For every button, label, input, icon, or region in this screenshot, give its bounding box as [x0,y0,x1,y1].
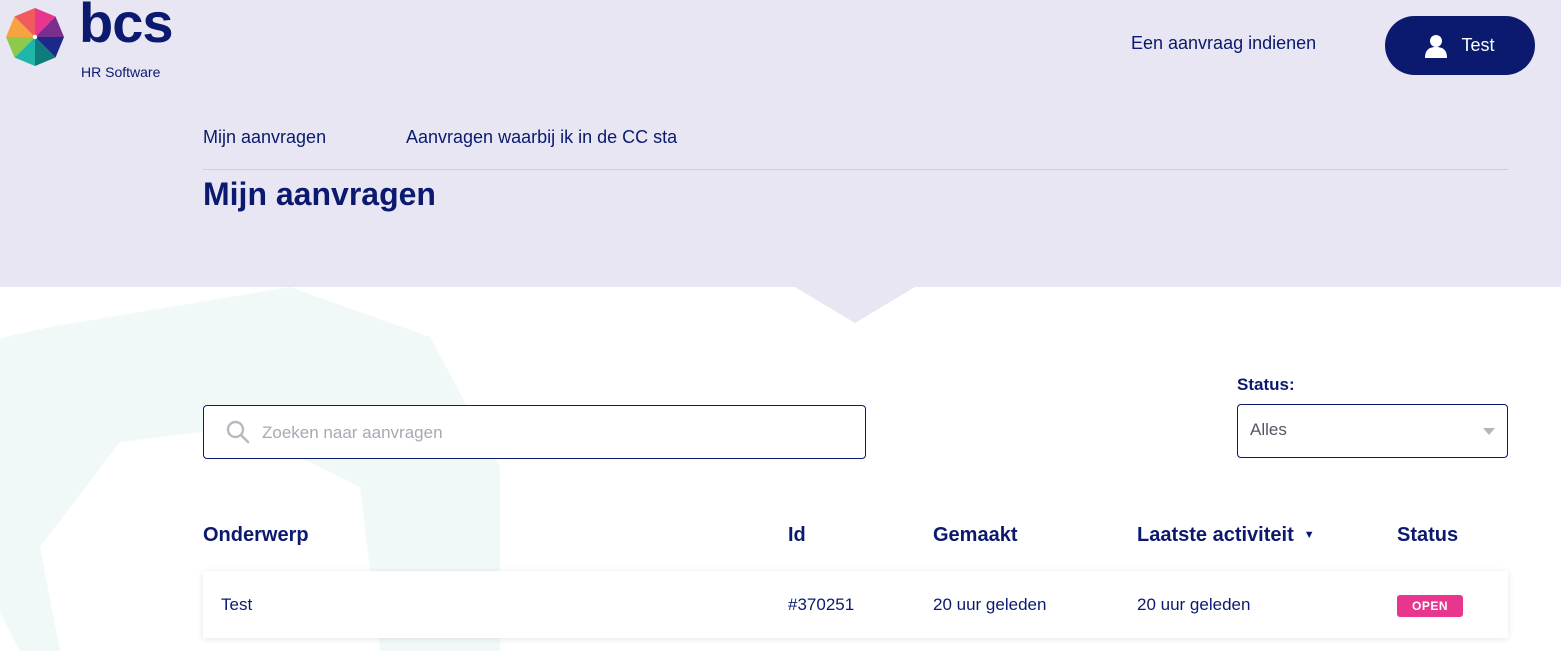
status-filter-select[interactable]: Alles [1237,404,1508,458]
column-header-last-activity[interactable]: Laatste activiteit ▼ [1137,524,1315,547]
table-row[interactable]: Test #370251 20 uur geleden 20 uur geled… [203,571,1508,638]
page-title: Mijn aanvragen [203,176,436,212]
column-header-id[interactable]: Id [788,524,806,547]
header-notch [795,287,915,323]
sort-descending-icon: ▼ [1303,529,1315,541]
search-input[interactable] [260,407,854,459]
status-filter-label: Status: [1237,375,1295,394]
row-created: 20 uur geleden [933,595,1047,614]
page: bcs HR Software Een aanvraag indienen Te… [0,0,1561,651]
column-header-status[interactable]: Status [1397,524,1458,547]
logo-wordmark: bcs [79,0,173,54]
request-tabs: Mijn aanvragen Aanvragen waarbij ik in d… [203,127,1508,170]
search-icon [226,420,250,444]
user-menu-button[interactable]: Test [1385,16,1535,75]
tab-my-requests[interactable]: Mijn aanvragen [203,127,326,148]
column-header-last-activity-label: Laatste activiteit [1137,524,1294,546]
search-box[interactable] [203,405,866,459]
user-icon [1425,34,1448,58]
row-last-activity: 20 uur geleden [1137,595,1251,614]
logo[interactable]: bcs HR Software [5,0,185,83]
logo-umbrella-icon [6,8,64,66]
row-id: #370251 [788,595,855,614]
column-header-created[interactable]: Gemaakt [933,524,1018,547]
status-filter-value: Alles [1250,420,1287,439]
logo-tagline: HR Software [81,64,161,80]
column-header-subject[interactable]: Onderwerp [203,524,309,547]
tab-cc-requests[interactable]: Aanvragen waarbij ik in de CC sta [406,127,677,148]
status-badge: OPEN [1397,595,1463,617]
row-subject[interactable]: Test [221,595,252,615]
user-name: Test [1461,35,1495,55]
submit-request-link[interactable]: Een aanvraag indienen [1131,33,1316,54]
chevron-down-icon [1483,428,1495,435]
